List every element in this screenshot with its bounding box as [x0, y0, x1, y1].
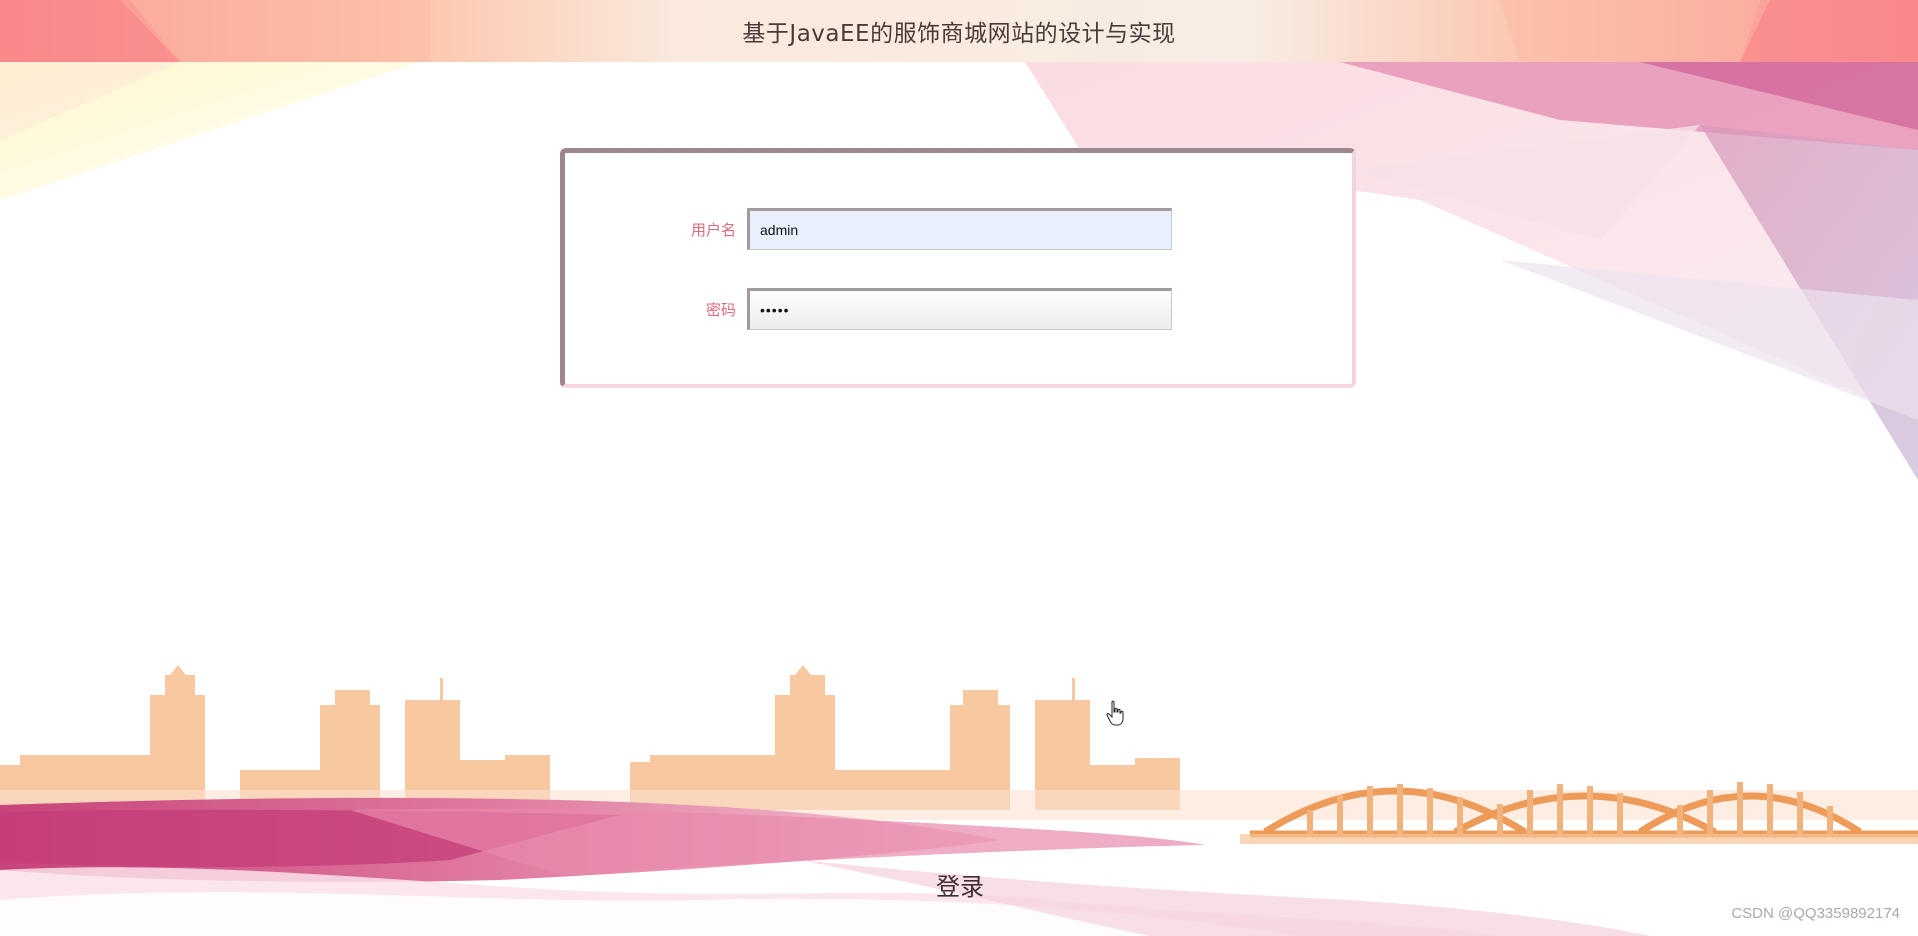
watermark-text: CSDN @QQ3359892174: [1731, 905, 1900, 922]
page-background: [0, 0, 1918, 936]
password-row: 密码: [565, 288, 1352, 330]
site-header: 基于JavaEE的服饰商城网站的设计与实现: [0, 0, 1918, 62]
site-title: 基于JavaEE的服饰商城网站的设计与实现: [742, 21, 1176, 47]
login-button[interactable]: 登录: [920, 866, 1000, 902]
hand-pointer-cursor-icon: [1106, 700, 1124, 726]
username-row: 用户名: [565, 208, 1352, 250]
password-label: 密码: [705, 301, 736, 319]
password-input[interactable]: [747, 288, 1172, 330]
username-input[interactable]: [747, 208, 1172, 250]
username-label: 用户名: [690, 221, 736, 239]
login-form-panel: 用户名 密码: [560, 148, 1356, 388]
